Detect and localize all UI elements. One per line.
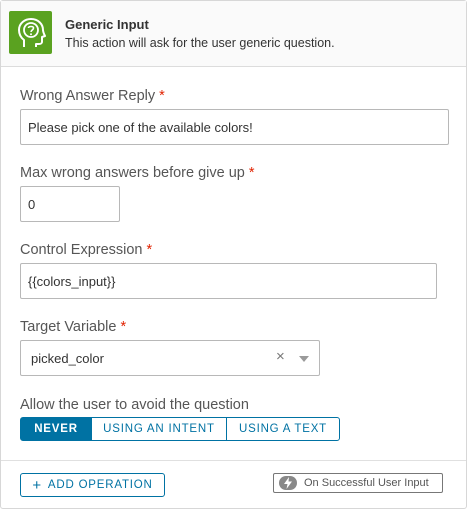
target-variable-select[interactable]: picked_color × xyxy=(20,340,320,376)
target-variable-value: picked_color xyxy=(31,351,104,366)
max-wrong-label: Max wrong answers before give up * xyxy=(20,165,255,181)
required-mark: * xyxy=(120,319,127,335)
wrong-answer-input[interactable]: Please pick one of the available colors! xyxy=(20,109,449,145)
trigger-badge[interactable]: On Successful User Input xyxy=(273,473,443,493)
action-panel: Generic Input This action will ask for t… xyxy=(0,0,467,509)
option-using-intent[interactable]: USING AN INTENT xyxy=(91,417,227,441)
plus-icon: + xyxy=(32,476,42,494)
action-header: Generic Input This action will ask for t… xyxy=(1,1,466,67)
add-operation-label: ADD OPERATION xyxy=(47,479,153,491)
wrong-answer-label: Wrong Answer Reply * xyxy=(20,88,165,104)
clear-icon[interactable]: × xyxy=(276,348,285,365)
trigger-label: On Successful User Input xyxy=(304,477,429,489)
add-operation-button[interactable]: + ADD OPERATION xyxy=(20,473,165,497)
required-mark: * xyxy=(146,242,153,258)
lightning-icon xyxy=(279,476,297,490)
avoid-question-toggle: NEVER USING AN INTENT USING A TEXT xyxy=(20,417,340,441)
avoid-question-label: Allow the user to avoid the question xyxy=(20,397,249,413)
action-description: This action will ask for the user generi… xyxy=(65,36,335,50)
chevron-down-icon[interactable] xyxy=(299,356,309,362)
action-title: Generic Input xyxy=(65,17,149,32)
max-wrong-value: 0 xyxy=(28,196,36,212)
control-expression-label: Control Expression * xyxy=(20,242,153,258)
head-question-icon xyxy=(9,11,52,54)
footer-divider xyxy=(1,460,466,461)
control-expression-input[interactable]: {{colors_input}} xyxy=(20,263,437,299)
wrong-answer-value: Please pick one of the available colors! xyxy=(28,119,253,135)
required-mark: * xyxy=(159,88,165,104)
target-variable-label: Target Variable * xyxy=(20,319,127,335)
option-using-text[interactable]: USING A TEXT xyxy=(226,417,340,441)
max-wrong-input[interactable]: 0 xyxy=(20,186,120,222)
required-mark: * xyxy=(248,165,255,181)
option-never[interactable]: NEVER xyxy=(20,417,92,441)
control-expression-value: {{colors_input}} xyxy=(28,273,116,289)
